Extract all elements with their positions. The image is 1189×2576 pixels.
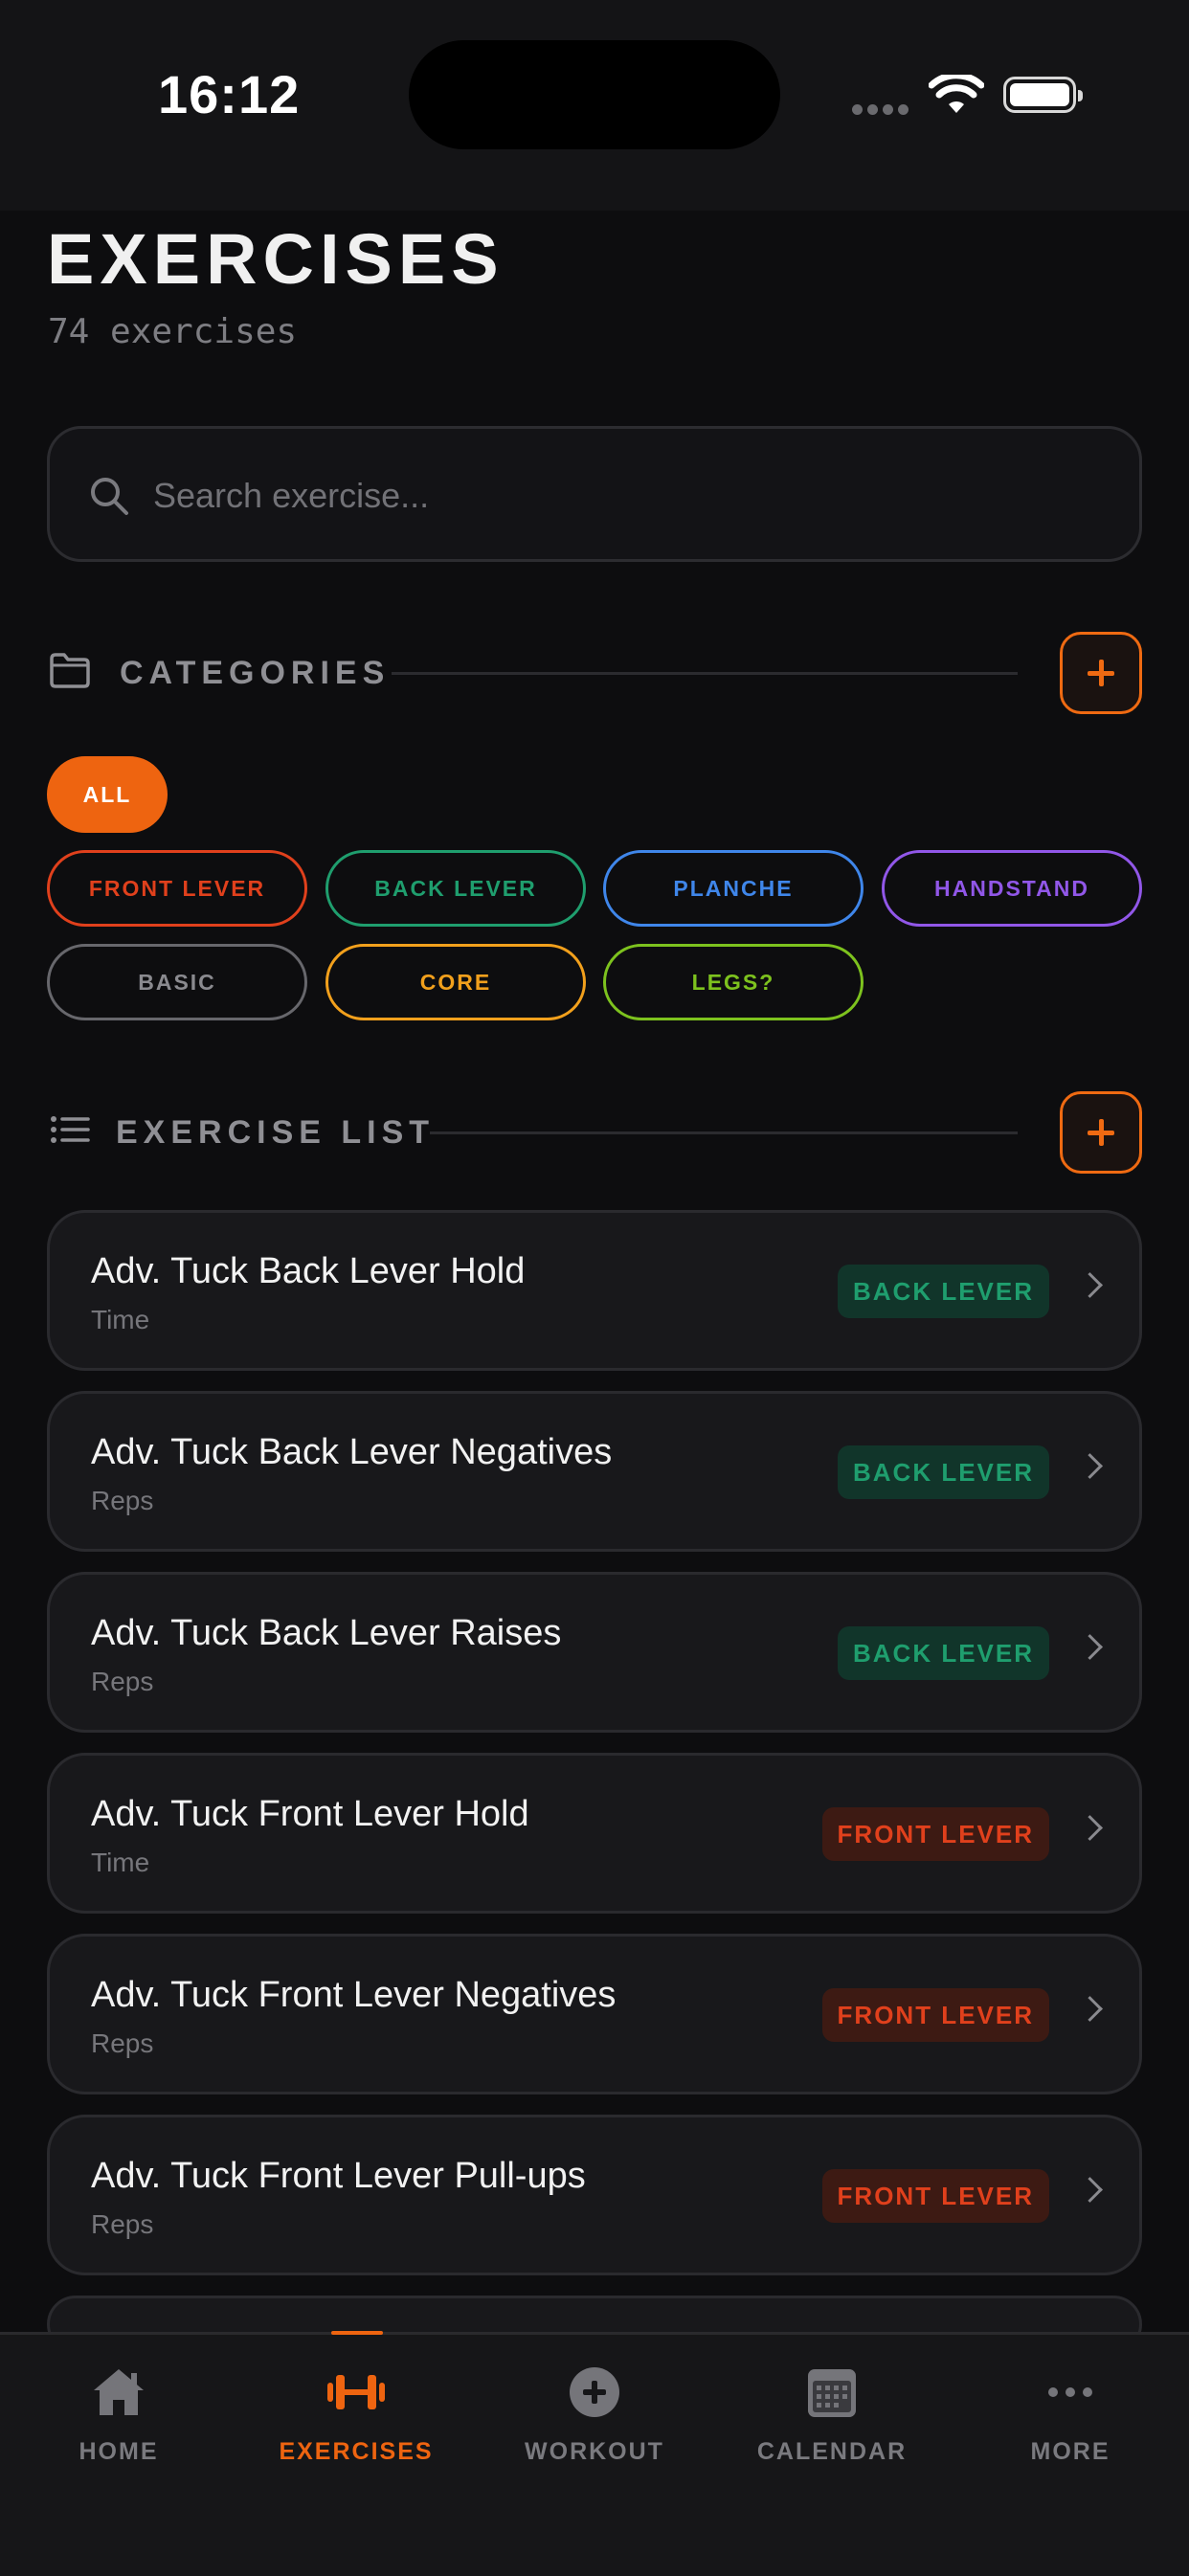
category-tag: BACK LEVER xyxy=(837,1445,1049,1499)
more-icon xyxy=(1048,2387,1092,2397)
category-tag: FRONT LEVER xyxy=(821,1988,1049,2042)
exercise-type: Reps xyxy=(91,1486,154,1515)
list-icon xyxy=(51,1116,90,1143)
category-tag: BACK LEVER xyxy=(837,1626,1049,1680)
exercise-list-header: EXERCISE LIST xyxy=(47,1091,1142,1174)
tab-more[interactable]: MORE xyxy=(952,2335,1189,2507)
tab-home[interactable]: HOME xyxy=(0,2335,237,2507)
search-input[interactable] xyxy=(151,471,1093,521)
cellular-signal-icon xyxy=(852,102,913,120)
exercise-type: Reps xyxy=(91,2028,154,2058)
exercise-name: Adv. Tuck Back Lever Negatives xyxy=(91,1432,613,1472)
exercise-row[interactable]: Adv. Tuck Back Lever Raises Reps BACK LE… xyxy=(47,1572,1142,1733)
tab-label: MORE xyxy=(1030,2438,1110,2465)
chevron-right-icon xyxy=(1077,1272,1103,1298)
exercise-type: Reps xyxy=(91,2209,154,2239)
tab-calendar[interactable]: CALENDAR xyxy=(713,2335,951,2507)
exercise-name: Adv. Tuck Front Lever Hold xyxy=(91,1794,529,1834)
add-category-button[interactable] xyxy=(1060,632,1142,714)
chevron-right-icon xyxy=(1077,1996,1103,2022)
category-tag: FRONT LEVER xyxy=(821,2169,1049,2223)
exercise-type: Time xyxy=(91,1848,150,1877)
active-tab-indicator xyxy=(331,2331,383,2335)
tab-exercises[interactable]: EXERCISES xyxy=(237,2331,475,2507)
exercise-name: Adv. Tuck Back Lever Raises xyxy=(91,1613,562,1653)
category-chip-planche[interactable]: PLANCHE xyxy=(603,850,864,927)
tab-label: HOME xyxy=(79,2438,159,2465)
dumbbell-icon xyxy=(327,2375,385,2409)
add-exercise-button[interactable] xyxy=(1060,1091,1142,1174)
calendar-icon xyxy=(808,2369,856,2417)
battery-icon xyxy=(1003,77,1083,113)
category-chip-legs[interactable]: LEGS? xyxy=(603,944,864,1020)
chevron-right-icon xyxy=(1077,1815,1103,1841)
tab-label: WORKOUT xyxy=(525,2438,664,2465)
tab-label: CALENDAR xyxy=(756,2438,908,2465)
folder-icon xyxy=(50,653,90,688)
category-chip-back-lever[interactable]: BACK LEVER xyxy=(325,850,586,927)
dynamic-island xyxy=(409,40,780,149)
exercise-row[interactable]: Adv. Tuck Back Lever Hold Time BACK LEVE… xyxy=(47,1210,1142,1371)
plus-circle-icon xyxy=(570,2367,619,2417)
category-chip-all[interactable]: ALL xyxy=(47,756,168,833)
exercise-count: 74 exercises xyxy=(48,312,298,351)
exercise-name: Adv. Tuck Front Lever Negatives xyxy=(91,1975,617,2015)
tab-label: EXERCISES xyxy=(279,2438,434,2465)
category-chip-front-lever[interactable]: FRONT LEVER xyxy=(47,850,307,927)
category-chip-handstand[interactable]: HANDSTAND xyxy=(882,850,1142,927)
divider xyxy=(430,1131,1018,1134)
exercise-list-label: EXERCISE LIST xyxy=(116,1114,436,1151)
category-tag: BACK LEVER xyxy=(837,1265,1049,1318)
exercise-row[interactable]: Adv. Tuck Front Lever Pull-ups Reps FRON… xyxy=(47,2115,1142,2275)
chevron-right-icon xyxy=(1077,2177,1103,2203)
divider xyxy=(392,672,1018,675)
search-icon xyxy=(91,478,128,515)
exercise-name: Adv. Tuck Front Lever Pull-ups xyxy=(91,2156,586,2196)
category-chip-core[interactable]: CORE xyxy=(325,944,586,1020)
chevron-right-icon xyxy=(1077,1634,1103,1660)
status-bar: 16:12 xyxy=(0,0,1189,211)
exercise-type: Reps xyxy=(91,1667,154,1696)
exercise-row[interactable]: Adv. Tuck Front Lever Hold Time FRONT LE… xyxy=(47,1753,1142,1914)
home-icon xyxy=(94,2369,144,2415)
search-bar[interactable] xyxy=(47,426,1142,562)
status-time: 16:12 xyxy=(158,64,301,124)
category-tag: FRONT LEVER xyxy=(821,1807,1049,1861)
categories-header: CATEGORIES xyxy=(47,632,1142,714)
exercise-row[interactable]: Adv. Tuck Back Lever Negatives Reps BACK… xyxy=(47,1391,1142,1552)
exercise-row[interactable]: Adv. Tuck Front Lever Negatives Reps FRO… xyxy=(47,1934,1142,2094)
wifi-icon xyxy=(929,75,984,113)
tab-bar: HOME EXERCISES WORKOUT CALENDAR MORE xyxy=(0,2331,1189,2576)
page-title: EXERCISES xyxy=(47,219,505,299)
exercise-type: Time xyxy=(91,1305,150,1334)
categories-label: CATEGORIES xyxy=(120,655,391,691)
category-chip-basic[interactable]: BASIC xyxy=(47,944,307,1020)
tab-workout[interactable]: WORKOUT xyxy=(476,2335,713,2507)
chevron-right-icon xyxy=(1077,1453,1103,1479)
exercise-name: Adv. Tuck Back Lever Hold xyxy=(91,1251,526,1291)
